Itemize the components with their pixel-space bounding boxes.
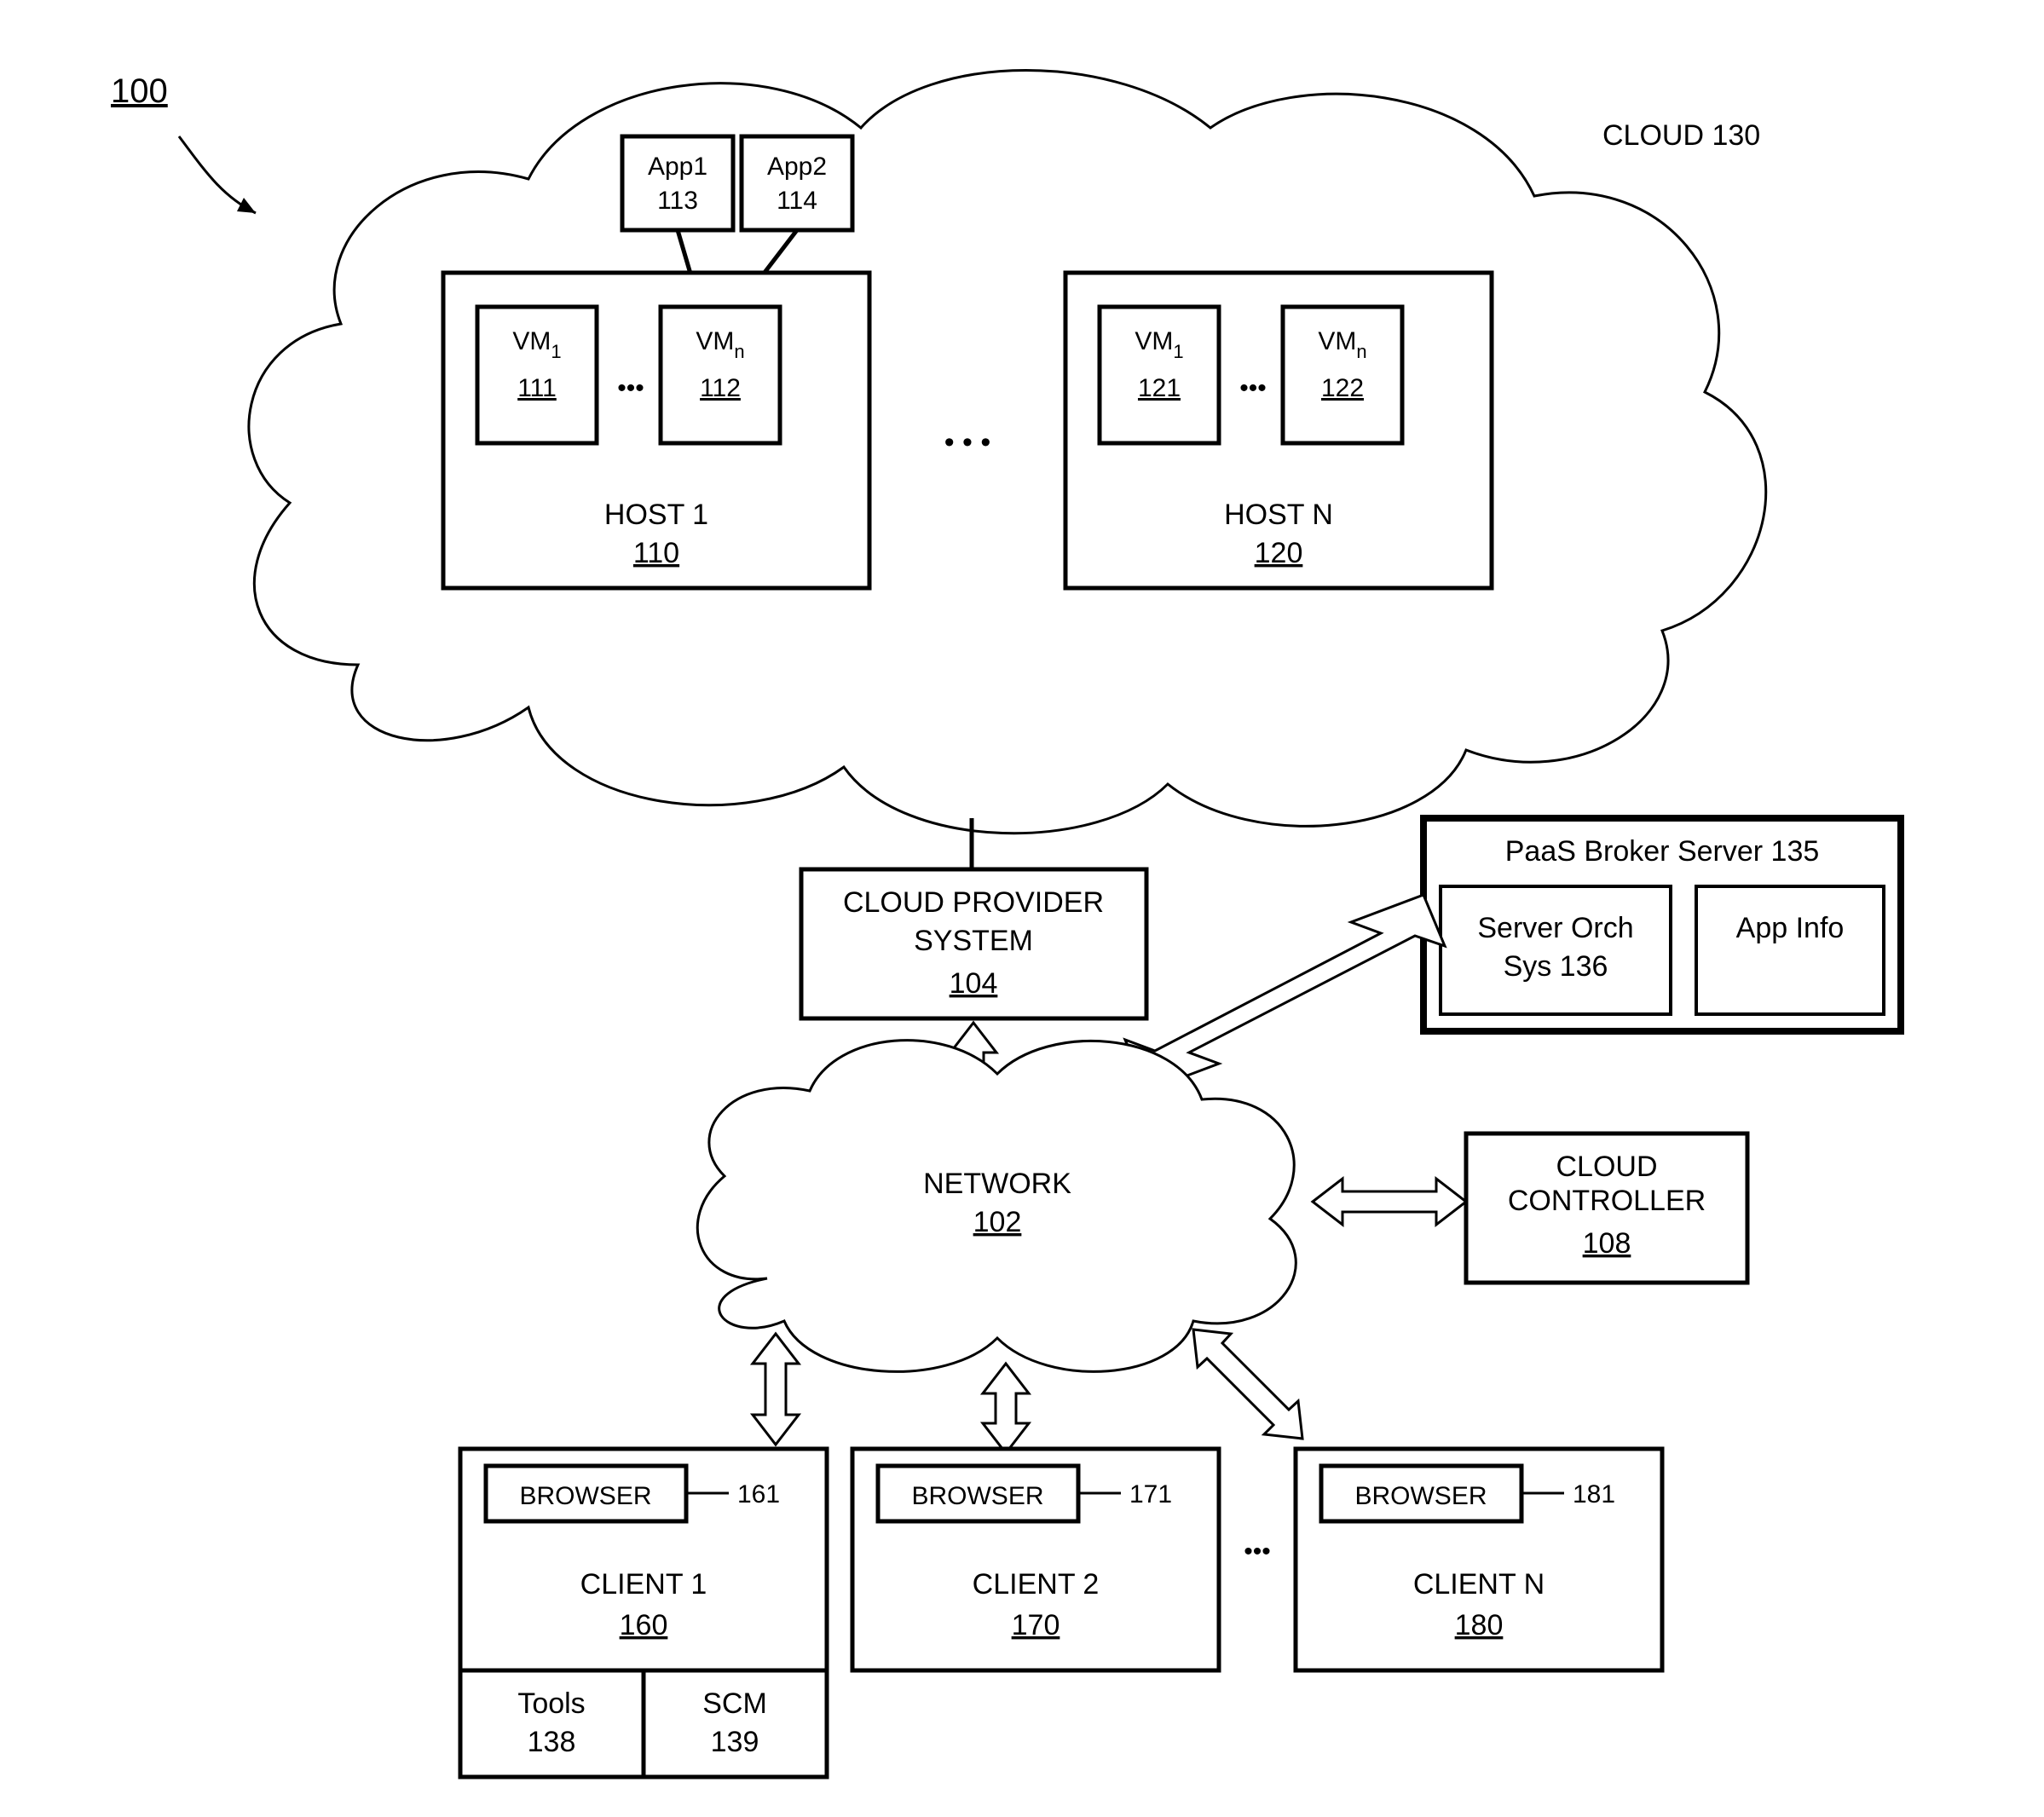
clientn-browser-ref: 181 bbox=[1573, 1480, 1615, 1508]
figure-arrowhead bbox=[237, 198, 256, 213]
client2-name: CLIENT 2 bbox=[973, 1568, 1100, 1601]
hostn-vm1-ref: 121 bbox=[1138, 374, 1181, 402]
app1-ref: 113 bbox=[657, 187, 698, 215]
client-ellipsis: ••• bbox=[1244, 1537, 1271, 1566]
tools-ref: 138 bbox=[528, 1726, 576, 1758]
host1-ref: 110 bbox=[633, 537, 679, 569]
app2-ref: 114 bbox=[777, 187, 817, 215]
big-double-arrow bbox=[1125, 895, 1445, 1091]
client2: BROWSER 171 CLIENT 2 170 bbox=[852, 1449, 1219, 1670]
client1-browser: BROWSER bbox=[519, 1482, 651, 1510]
host1-name: HOST 1 bbox=[604, 499, 708, 531]
client1: BROWSER 161 CLIENT 1 160 Tools 138 SCM 1… bbox=[460, 1449, 827, 1777]
cc-ref: 108 bbox=[1583, 1227, 1631, 1260]
client1-ref: 160 bbox=[620, 1609, 668, 1641]
tools-name: Tools bbox=[517, 1687, 585, 1720]
server-orch-l1: Server Orch bbox=[1477, 912, 1633, 944]
network-cc-arrow bbox=[1313, 1179, 1466, 1225]
network-client1-arrow bbox=[753, 1334, 799, 1445]
cc-line1: CLOUD bbox=[1556, 1151, 1657, 1183]
cps-line2: SYSTEM bbox=[914, 925, 1033, 957]
cloud-provider-system: CLOUD PROVIDER SYSTEM 104 bbox=[801, 869, 1146, 1018]
hostn-ref: 120 bbox=[1255, 537, 1303, 569]
hosts-ellipsis: • • • bbox=[944, 426, 991, 459]
clientn: BROWSER 181 CLIENT N 180 bbox=[1296, 1449, 1662, 1670]
client2-ref: 170 bbox=[1012, 1609, 1060, 1641]
hostn-vm-ellipsis: ••• bbox=[1239, 374, 1267, 402]
hostn-box: HOST N 120 VM1 121 ••• VMn 122 bbox=[1065, 273, 1492, 588]
network-cloud: NETWORK 102 bbox=[697, 1041, 1296, 1372]
hostn-vmn-ref: 122 bbox=[1321, 374, 1364, 402]
app1-name: App1 bbox=[648, 153, 707, 181]
app2-name: App2 bbox=[767, 153, 827, 181]
network-clientn-arrow bbox=[1193, 1330, 1302, 1439]
client1-browser-ref: 161 bbox=[737, 1480, 780, 1508]
client2-browser-ref: 171 bbox=[1129, 1480, 1172, 1508]
network-ref: 102 bbox=[973, 1206, 1022, 1238]
paas-broker-server: PaaS Broker Server 135 Server Orch Sys 1… bbox=[1423, 818, 1901, 1031]
network-name: NETWORK bbox=[923, 1168, 1071, 1200]
scm-ref: 139 bbox=[711, 1726, 759, 1758]
clientn-name: CLIENT N bbox=[1413, 1568, 1545, 1601]
figure-ref: 100 bbox=[111, 72, 168, 110]
paas-title: PaaS Broker Server 135 bbox=[1505, 835, 1820, 868]
app1-box: App1 113 bbox=[622, 136, 733, 230]
scm-name: SCM bbox=[702, 1687, 767, 1720]
clientn-ref: 180 bbox=[1455, 1609, 1504, 1641]
network-client2-arrow bbox=[983, 1364, 1029, 1453]
cloud-controller: CLOUD CONTROLLER 108 bbox=[1466, 1133, 1747, 1283]
host1-vmn-ref: 112 bbox=[700, 374, 741, 402]
host1-box: HOST 1 110 VM1 111 ••• VMn 112 bbox=[443, 273, 869, 588]
server-orch-l2: Sys 136 bbox=[1504, 950, 1608, 983]
cps-ref: 104 bbox=[950, 967, 998, 1000]
clientn-browser: BROWSER bbox=[1354, 1482, 1487, 1510]
client2-browser: BROWSER bbox=[911, 1482, 1043, 1510]
cps-line1: CLOUD PROVIDER bbox=[843, 886, 1104, 919]
hostn-name: HOST N bbox=[1224, 499, 1333, 531]
cloud-label: CLOUD 130 bbox=[1602, 119, 1760, 152]
host1-vm-ellipsis: ••• bbox=[617, 374, 644, 402]
app2-box: App2 114 bbox=[742, 136, 852, 230]
host1-vm1-ref: 111 bbox=[517, 374, 557, 402]
client1-name: CLIENT 1 bbox=[580, 1568, 707, 1601]
cc-line2: CONTROLLER bbox=[1508, 1185, 1706, 1217]
app-info-l1: App Info bbox=[1736, 912, 1845, 944]
